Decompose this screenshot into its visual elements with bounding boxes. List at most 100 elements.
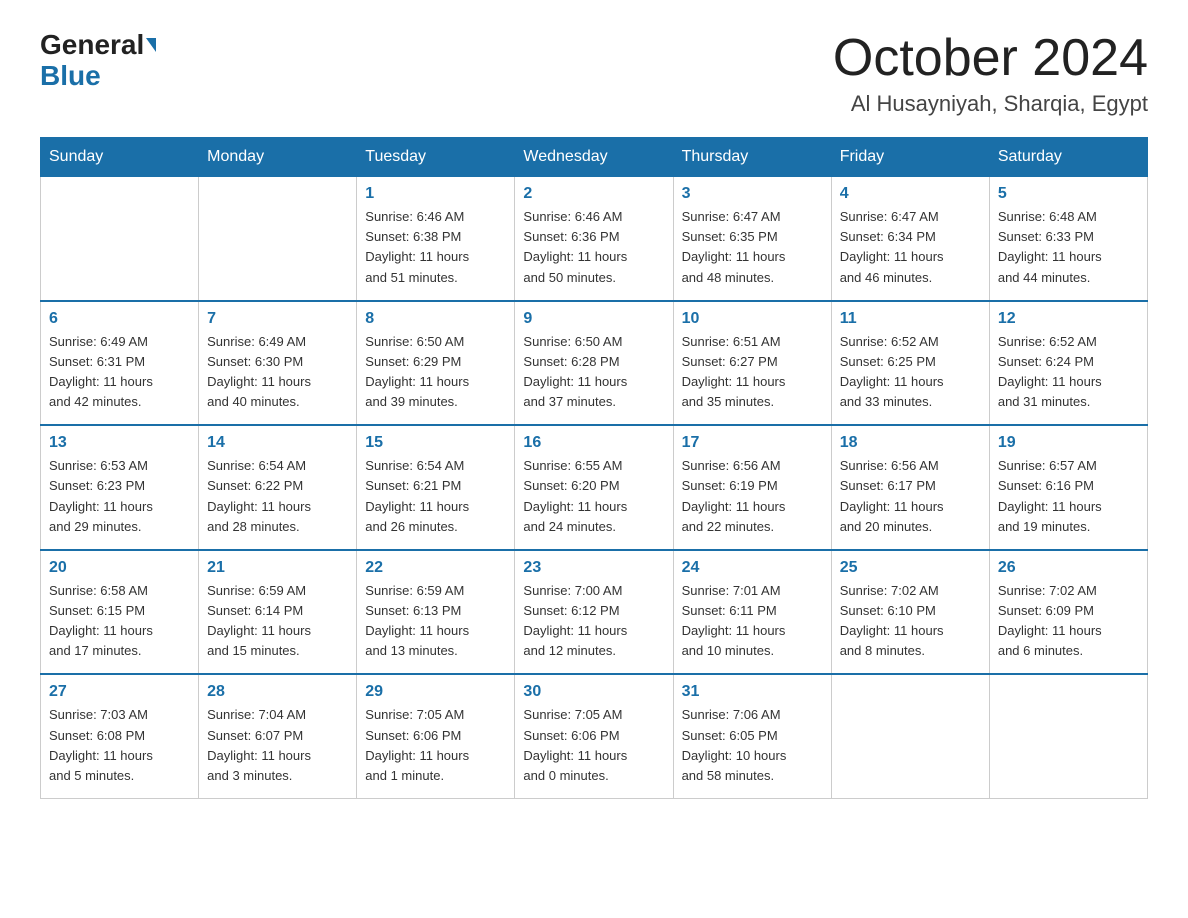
day-info: Sunrise: 6:49 AMSunset: 6:31 PMDaylight:… [49,332,190,413]
day-number: 1 [365,185,506,203]
day-number: 23 [523,559,664,577]
header-saturday: Saturday [989,138,1147,177]
day-number: 30 [523,683,664,701]
day-number: 5 [998,185,1139,203]
day-info: Sunrise: 6:52 AMSunset: 6:25 PMDaylight:… [840,332,981,413]
day-number: 10 [682,310,823,328]
day-info: Sunrise: 7:02 AMSunset: 6:10 PMDaylight:… [840,581,981,662]
day-info: Sunrise: 7:05 AMSunset: 6:06 PMDaylight:… [365,705,506,786]
day-info: Sunrise: 6:50 AMSunset: 6:29 PMDaylight:… [365,332,506,413]
calendar-cell-4-2: 29 Sunrise: 7:05 AMSunset: 6:06 PMDayligh… [357,674,515,798]
day-info: Sunrise: 6:52 AMSunset: 6:24 PMDaylight:… [998,332,1139,413]
day-info: Sunrise: 7:04 AMSunset: 6:07 PMDaylight:… [207,705,348,786]
day-info: Sunrise: 6:56 AMSunset: 6:19 PMDaylight:… [682,456,823,537]
day-info: Sunrise: 6:46 AMSunset: 6:36 PMDaylight:… [523,207,664,288]
calendar-cell-3-5: 25 Sunrise: 7:02 AMSunset: 6:10 PMDayligh… [831,550,989,675]
logo: General Blue [40,30,156,92]
calendar-cell-0-3: 2 Sunrise: 6:46 AMSunset: 6:36 PMDaylight… [515,177,673,301]
day-info: Sunrise: 6:48 AMSunset: 6:33 PMDaylight:… [998,207,1139,288]
day-info: Sunrise: 6:47 AMSunset: 6:34 PMDaylight:… [840,207,981,288]
day-info: Sunrise: 6:59 AMSunset: 6:13 PMDaylight:… [365,581,506,662]
day-info: Sunrise: 6:50 AMSunset: 6:28 PMDaylight:… [523,332,664,413]
header-thursday: Thursday [673,138,831,177]
day-info: Sunrise: 7:00 AMSunset: 6:12 PMDaylight:… [523,581,664,662]
calendar-cell-3-2: 22Sunrise: 6:59 AMSunset: 6:13 PMDayligh… [357,550,515,675]
calendar-table: Sunday Monday Tuesday Wednesday Thursday… [40,137,1148,799]
day-number: 6 [49,310,190,328]
day-info: Sunrise: 6:49 AMSunset: 6:30 PMDaylight:… [207,332,348,413]
calendar-cell-2-1: 14 Sunrise: 6:54 AMSunset: 6:22 PMDayligh… [199,425,357,550]
calendar-cell-3-3: 23 Sunrise: 7:00 AMSunset: 6:12 PMDayligh… [515,550,673,675]
calendar-cell-2-3: 16 Sunrise: 6:55 AMSunset: 6:20 PMDayligh… [515,425,673,550]
day-number: 18 [840,434,981,452]
day-number: 25 [840,559,981,577]
calendar-cell-4-0: 27 Sunrise: 7:03 AMSunset: 6:08 PMDayligh… [41,674,199,798]
day-info: Sunrise: 6:58 AMSunset: 6:15 PMDaylight:… [49,581,190,662]
page-header: General Blue October 2024 Al Husayniyah,… [40,30,1148,117]
calendar-cell-1-2: 8 Sunrise: 6:50 AMSunset: 6:29 PMDaylight… [357,301,515,426]
day-info: Sunrise: 7:05 AMSunset: 6:06 PMDaylight:… [523,705,664,786]
day-number: 14 [207,434,348,452]
weekday-header-row: Sunday Monday Tuesday Wednesday Thursday… [41,138,1148,177]
day-number: 2 [523,185,664,203]
day-info: Sunrise: 6:55 AMSunset: 6:20 PMDaylight:… [523,456,664,537]
calendar-week-1: 1 Sunrise: 6:46 AMSunset: 6:38 PMDaylight… [41,177,1148,301]
day-number: 24 [682,559,823,577]
logo-general-text: General [40,30,144,61]
calendar-cell-0-1 [199,177,357,301]
calendar-subtitle: Al Husayniyah, Sharqia, Egypt [833,91,1148,117]
logo-arrow-icon [146,38,156,52]
day-number: 16 [523,434,664,452]
day-info: Sunrise: 6:57 AMSunset: 6:16 PMDaylight:… [998,456,1139,537]
day-number: 15 [365,434,506,452]
calendar-cell-1-6: 12Sunrise: 6:52 AMSunset: 6:24 PMDayligh… [989,301,1147,426]
calendar-title: October 2024 [833,30,1148,87]
day-info: Sunrise: 6:46 AMSunset: 6:38 PMDaylight:… [365,207,506,288]
calendar-cell-4-6 [989,674,1147,798]
calendar-cell-3-1: 21 Sunrise: 6:59 AMSunset: 6:14 PMDayligh… [199,550,357,675]
calendar-cell-4-5 [831,674,989,798]
calendar-cell-4-4: 31 Sunrise: 7:06 AMSunset: 6:05 PMDayligh… [673,674,831,798]
day-info: Sunrise: 7:03 AMSunset: 6:08 PMDaylight:… [49,705,190,786]
calendar-cell-3-4: 24Sunrise: 7:01 AMSunset: 6:11 PMDayligh… [673,550,831,675]
calendar-cell-0-2: 1 Sunrise: 6:46 AMSunset: 6:38 PMDaylight… [357,177,515,301]
header-tuesday: Tuesday [357,138,515,177]
day-info: Sunrise: 7:06 AMSunset: 6:05 PMDaylight:… [682,705,823,786]
calendar-cell-2-6: 19 Sunrise: 6:57 AMSunset: 6:16 PMDayligh… [989,425,1147,550]
calendar-cell-4-1: 28 Sunrise: 7:04 AMSunset: 6:07 PMDayligh… [199,674,357,798]
calendar-cell-1-5: 11 Sunrise: 6:52 AMSunset: 6:25 PMDayligh… [831,301,989,426]
day-number: 19 [998,434,1139,452]
day-number: 26 [998,559,1139,577]
day-number: 17 [682,434,823,452]
calendar-cell-0-0 [41,177,199,301]
day-number: 11 [840,310,981,328]
day-number: 4 [840,185,981,203]
calendar-week-4: 20 Sunrise: 6:58 AMSunset: 6:15 PMDayligh… [41,550,1148,675]
day-info: Sunrise: 7:02 AMSunset: 6:09 PMDaylight:… [998,581,1139,662]
day-number: 31 [682,683,823,701]
header-monday: Monday [199,138,357,177]
day-info: Sunrise: 6:59 AMSunset: 6:14 PMDaylight:… [207,581,348,662]
calendar-cell-2-5: 18Sunrise: 6:56 AMSunset: 6:17 PMDayligh… [831,425,989,550]
calendar-cell-0-5: 4 Sunrise: 6:47 AMSunset: 6:34 PMDaylight… [831,177,989,301]
day-number: 9 [523,310,664,328]
day-number: 8 [365,310,506,328]
calendar-week-3: 13Sunrise: 6:53 AMSunset: 6:23 PMDayligh… [41,425,1148,550]
day-number: 29 [365,683,506,701]
calendar-cell-3-0: 20 Sunrise: 6:58 AMSunset: 6:15 PMDayligh… [41,550,199,675]
day-number: 21 [207,559,348,577]
calendar-cell-2-2: 15Sunrise: 6:54 AMSunset: 6:21 PMDayligh… [357,425,515,550]
day-info: Sunrise: 6:47 AMSunset: 6:35 PMDaylight:… [682,207,823,288]
calendar-week-5: 27 Sunrise: 7:03 AMSunset: 6:08 PMDayligh… [41,674,1148,798]
calendar-cell-3-6: 26 Sunrise: 7:02 AMSunset: 6:09 PMDayligh… [989,550,1147,675]
calendar-cell-1-0: 6 Sunrise: 6:49 AMSunset: 6:31 PMDaylight… [41,301,199,426]
calendar-cell-2-4: 17 Sunrise: 6:56 AMSunset: 6:19 PMDayligh… [673,425,831,550]
day-info: Sunrise: 6:54 AMSunset: 6:22 PMDaylight:… [207,456,348,537]
day-number: 28 [207,683,348,701]
calendar-cell-2-0: 13Sunrise: 6:53 AMSunset: 6:23 PMDayligh… [41,425,199,550]
day-number: 20 [49,559,190,577]
calendar-cell-0-4: 3Sunrise: 6:47 AMSunset: 6:35 PMDaylight… [673,177,831,301]
calendar-week-2: 6 Sunrise: 6:49 AMSunset: 6:31 PMDaylight… [41,301,1148,426]
day-number: 27 [49,683,190,701]
header-sunday: Sunday [41,138,199,177]
